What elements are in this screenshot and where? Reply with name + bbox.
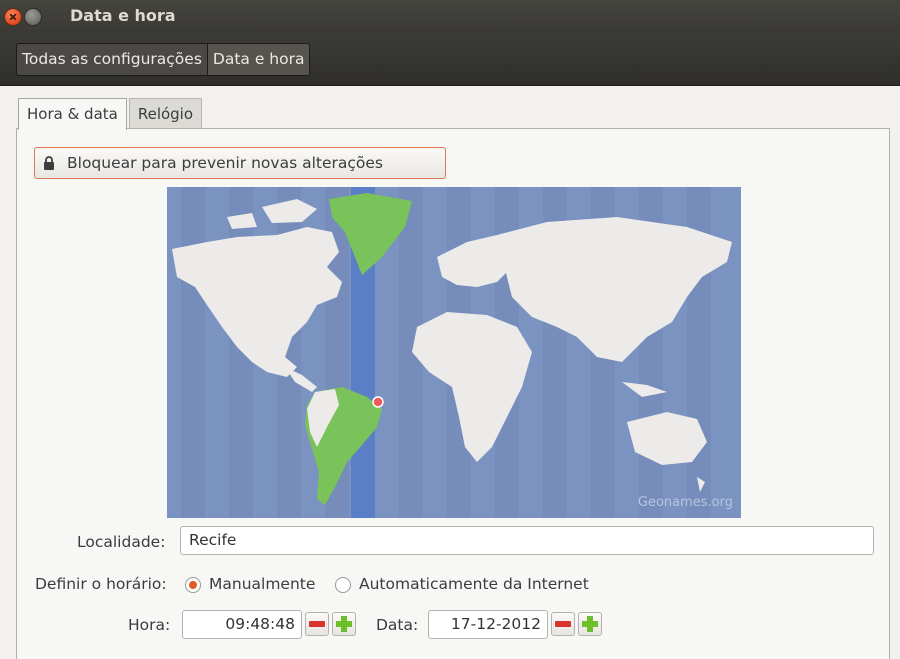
manual-radio[interactable]	[185, 577, 201, 593]
tab-time-date[interactable]: Hora & data	[18, 98, 127, 130]
close-window-button[interactable]	[4, 8, 22, 26]
date-decrement-button[interactable]	[551, 612, 575, 636]
date-increment-button[interactable]	[578, 612, 602, 636]
timezone-map[interactable]: Geonames.org	[167, 187, 741, 518]
time-input[interactable]: 09:48:48	[182, 610, 302, 639]
location-input[interactable]: Recife	[180, 526, 874, 555]
lock-icon	[44, 156, 54, 170]
automatic-radio-label[interactable]: Automaticamente da Internet	[359, 575, 589, 593]
time-label: Hora:	[128, 616, 171, 634]
lock-button[interactable]: Bloquear para prevenir novas alterações	[34, 147, 446, 179]
breadcrumb: Todas as configurações Data e hora	[16, 43, 311, 76]
map-credit: Geonames.org	[637, 495, 733, 510]
automatic-radio[interactable]	[335, 577, 351, 593]
breadcrumb-all-settings[interactable]: Todas as configurações	[17, 44, 207, 75]
date-input[interactable]: 17-12-2012	[428, 610, 548, 639]
city-marker-icon[interactable]	[372, 396, 384, 408]
lock-button-label: Bloquear para prevenir novas alterações	[67, 154, 383, 172]
breadcrumb-date-time[interactable]: Data e hora	[206, 44, 310, 75]
time-decrement-button[interactable]	[305, 612, 329, 636]
tab-bar: Hora & data Relógio	[18, 98, 204, 130]
manual-radio-label[interactable]: Manualmente	[209, 575, 315, 593]
time-increment-button[interactable]	[332, 612, 356, 636]
window-title: Data e hora	[70, 6, 176, 25]
title-bar: Data e hora	[0, 0, 900, 34]
date-label: Data:	[376, 616, 419, 634]
set-time-label: Definir o horário:	[35, 575, 167, 593]
tab-clock[interactable]: Relógio	[128, 98, 203, 128]
minimize-window-button[interactable]	[24, 8, 42, 26]
world-map-image	[172, 187, 732, 518]
location-label: Localidade:	[77, 533, 166, 551]
toolbar: Todas as configurações Data e hora	[0, 34, 900, 86]
